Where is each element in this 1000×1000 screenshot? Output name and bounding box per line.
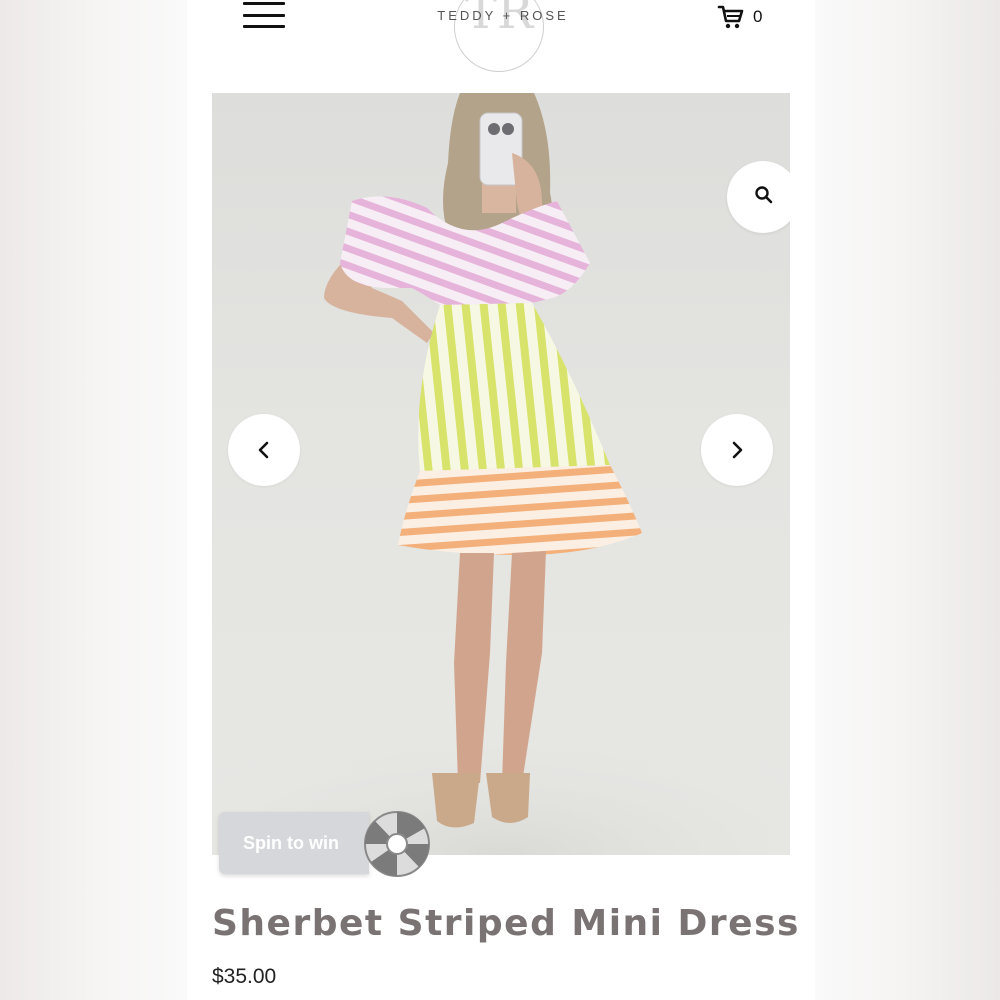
product-photo xyxy=(212,93,790,855)
previous-image-button[interactable] xyxy=(228,414,300,486)
chevron-left-icon xyxy=(258,441,269,459)
cart-icon xyxy=(717,5,744,29)
chevron-right-icon xyxy=(732,441,743,459)
spin-to-win-button[interactable]: Spin to win xyxy=(219,810,430,877)
logo-wordmark: TEDDY + ROSE xyxy=(437,8,569,23)
cart-button[interactable]: 0 xyxy=(717,2,762,32)
prize-wheel-icon xyxy=(364,811,430,877)
store-logo[interactable]: TR TEDDY + ROSE xyxy=(423,0,583,74)
zoom-search-button[interactable] xyxy=(727,161,790,233)
next-image-button[interactable] xyxy=(701,414,773,486)
spin-pill: Spin to win xyxy=(219,812,369,874)
product-image[interactable] xyxy=(212,93,790,855)
search-icon xyxy=(755,186,773,204)
hamburger-menu-icon[interactable] xyxy=(243,0,285,30)
product-price: $35.00 xyxy=(212,965,277,988)
product-title: Sherbet Striped Mini Dress xyxy=(212,903,800,944)
product-page: TR TEDDY + ROSE 0 Spin to win Sherbet St… xyxy=(187,0,815,1000)
cart-count: 0 xyxy=(753,7,763,26)
spin-label: Spin to win xyxy=(243,833,339,853)
